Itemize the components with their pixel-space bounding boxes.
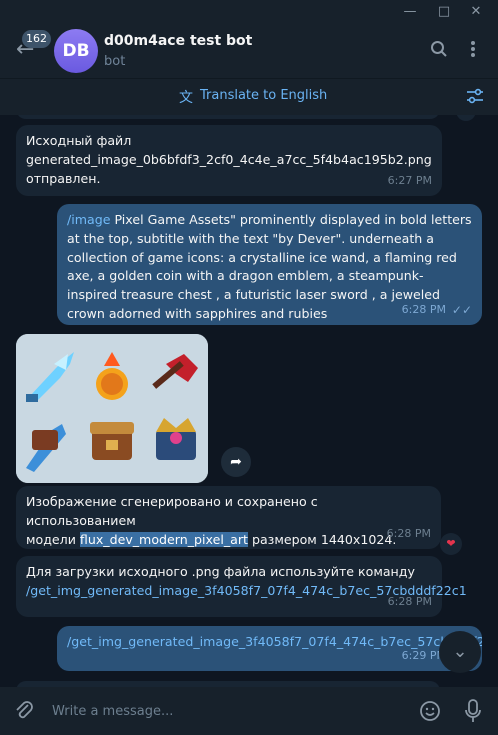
message-time: 6:28 PM: [386, 527, 431, 541]
translate-icon: 文: [179, 90, 193, 106]
command-link[interactable]: /image: [67, 212, 110, 227]
search-icon[interactable]: [430, 40, 448, 62]
scroll-down-icon[interactable]: ⌄: [439, 631, 481, 673]
avatar[interactable]: DB: [54, 29, 98, 73]
message-text: generated_image_0b6bfdf3_2cf0_4c4e_a7cc_…: [26, 151, 432, 167]
message-bubble-incoming: Исходный файл generated_image_0b6bfdf3_2…: [16, 125, 442, 196]
emoji-icon[interactable]: [419, 700, 441, 726]
message-composer: Write a message...: [0, 687, 498, 735]
microphone-icon[interactable]: [465, 699, 481, 727]
message-bubble-outgoing: /get_img_generated_image_3f4058f7_07f4_4…: [57, 626, 482, 671]
message-text: Исходный файл: [26, 133, 132, 148]
chat-history[interactable]: Исходный файл generated_image_0b6bfdf3_2…: [0, 115, 498, 687]
message-time: 6:27 PM: [387, 174, 432, 188]
minimize-icon[interactable]: —: [400, 2, 420, 22]
translate-label[interactable]: Translate to English: [200, 88, 327, 103]
message-time: 6:28 PM: [401, 303, 446, 317]
chat-status: bot: [104, 54, 126, 69]
message-text: Для загрузки исходного .png файла исполь…: [26, 564, 415, 579]
reaction-partial: [456, 115, 476, 121]
settings-sliders-icon[interactable]: [466, 88, 484, 108]
maximize-icon[interactable]: □: [434, 2, 454, 22]
message-text: размером 1440x1024.: [247, 531, 397, 547]
message-text: модели: [26, 531, 80, 547]
message-time: 6:28 PM: [387, 595, 432, 609]
message-bubble-incoming: Для загрузки исходного .png файла исполь…: [16, 556, 467, 617]
treasure-chest-sprite: [90, 422, 134, 460]
generated-image[interactable]: [16, 334, 208, 483]
close-icon[interactable]: ✕: [466, 2, 486, 22]
message-text: Изображение сгенерировано и сохранено с …: [26, 494, 318, 528]
message-text: отправлен.: [26, 170, 101, 186]
model-name-highlight: flux_dev_modern_pixel_art: [79, 531, 248, 547]
translate-bar[interactable]: 文 Translate to English: [0, 78, 498, 115]
heart-reaction[interactable]: ❤: [440, 533, 462, 555]
unread-badge: 162: [22, 30, 51, 48]
more-menu-icon[interactable]: [470, 40, 476, 62]
message-input[interactable]: Write a message...: [52, 704, 173, 719]
read-checks-icon: ✓✓: [451, 303, 472, 318]
chat-title[interactable]: d00m4ace test bot: [104, 33, 252, 49]
chat-header: ← 162 DB d00m4ace test bot bot: [0, 24, 498, 78]
attach-icon[interactable]: [14, 699, 34, 725]
message-bubble-partial: [16, 115, 440, 119]
share-forward-icon[interactable]: ➦: [221, 447, 251, 477]
message-bubble-incoming: Изображение сгенерировано и сохранено с …: [16, 486, 441, 549]
window-titlebar: — □ ✕: [0, 0, 498, 24]
command-link[interactable]: /get_img_generated_image_3f4058f7_07f4_4…: [26, 582, 467, 601]
message-bubble-outgoing: /image Pixel Game Assets" prominently di…: [57, 204, 482, 325]
